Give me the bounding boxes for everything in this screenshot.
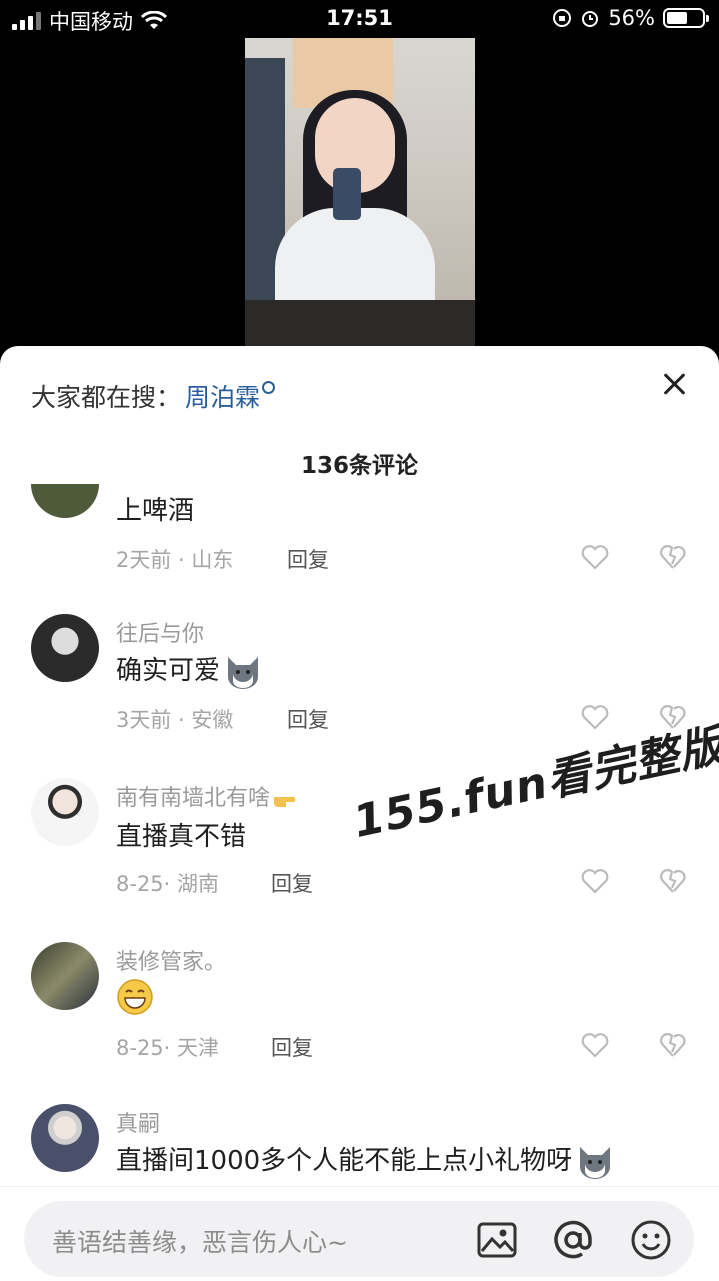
reply-button[interactable]: 回复 (271, 1032, 313, 1062)
comment-meta: 3天前 · 安徽 (116, 708, 234, 732)
username[interactable]: 南有南墙北有啥 (116, 780, 304, 812)
comment-count: 136条评论 (300, 453, 418, 479)
husky-emoji (228, 656, 259, 689)
reply-button[interactable]: 回复 (287, 544, 329, 574)
heart-icon[interactable] (581, 704, 609, 730)
avatar[interactable] (31, 484, 99, 518)
comment-meta: 8-25· 天津 (116, 1036, 220, 1060)
comment-meta: 2天前 · 山东 (116, 548, 234, 572)
battery-percent: 56% (608, 6, 655, 30)
avatar[interactable] (31, 614, 99, 682)
username[interactable]: 装修管家。 (116, 944, 226, 976)
comment-text: 上啤酒 (116, 496, 195, 526)
search-icon (262, 381, 276, 394)
smiley-icon[interactable] (630, 1219, 672, 1261)
heart-icon[interactable] (581, 868, 609, 894)
image-icon[interactable] (476, 1219, 518, 1261)
rotation-lock-icon (553, 9, 572, 27)
at-icon[interactable] (552, 1219, 594, 1261)
grin-emoji (117, 979, 153, 1015)
alarm-icon (582, 11, 599, 27)
heart-icon[interactable] (581, 544, 609, 570)
comment-sheet: 大家都在搜： 周泊霖 136条评论 上啤酒 2天前 · 山东 回复 往后与你 确实… (0, 346, 719, 1280)
avatar[interactable] (31, 778, 99, 846)
username[interactable]: 往后与你 (116, 616, 204, 648)
username[interactable]: 真嗣 (116, 1106, 160, 1138)
hot-search[interactable]: 大家都在搜： 周泊霖 (31, 378, 276, 414)
heart-icon[interactable] (581, 1032, 609, 1058)
comment-text: 直播间1000多个人能不能上点小礼物呀 (116, 1140, 614, 1179)
pointing-hand-emoji (274, 797, 296, 807)
reply-button[interactable]: 回复 (287, 704, 329, 734)
comment-meta: 8-25· 湖南 (116, 872, 220, 896)
hot-search-prefix: 大家都在搜： (31, 383, 182, 412)
dislike-icon[interactable] (660, 544, 686, 570)
battery-icon (663, 8, 709, 28)
husky-emoji (580, 1146, 611, 1179)
comment-input-bar: 善语结善缘，恶言伤人心~ (0, 1186, 719, 1281)
avatar[interactable] (31, 1104, 99, 1172)
comment-input-placeholder: 善语结善缘，恶言伤人心~ (52, 1228, 348, 1257)
dislike-icon[interactable] (660, 1032, 686, 1058)
status-bar: 中国移动 17:51 56% (0, 0, 719, 40)
comment-text: 直播真不错 (116, 822, 247, 852)
hot-search-term[interactable]: 周泊霖 (185, 383, 260, 412)
comment-text (116, 978, 154, 1016)
video-player[interactable] (245, 38, 475, 348)
comment-input[interactable]: 善语结善缘，恶言伤人心~ (24, 1201, 694, 1277)
dislike-icon[interactable] (660, 868, 686, 894)
reply-button[interactable]: 回复 (271, 868, 313, 898)
avatar[interactable] (31, 942, 99, 1010)
comment-text: 确实可爱 (116, 650, 262, 689)
close-icon[interactable] (660, 370, 688, 398)
